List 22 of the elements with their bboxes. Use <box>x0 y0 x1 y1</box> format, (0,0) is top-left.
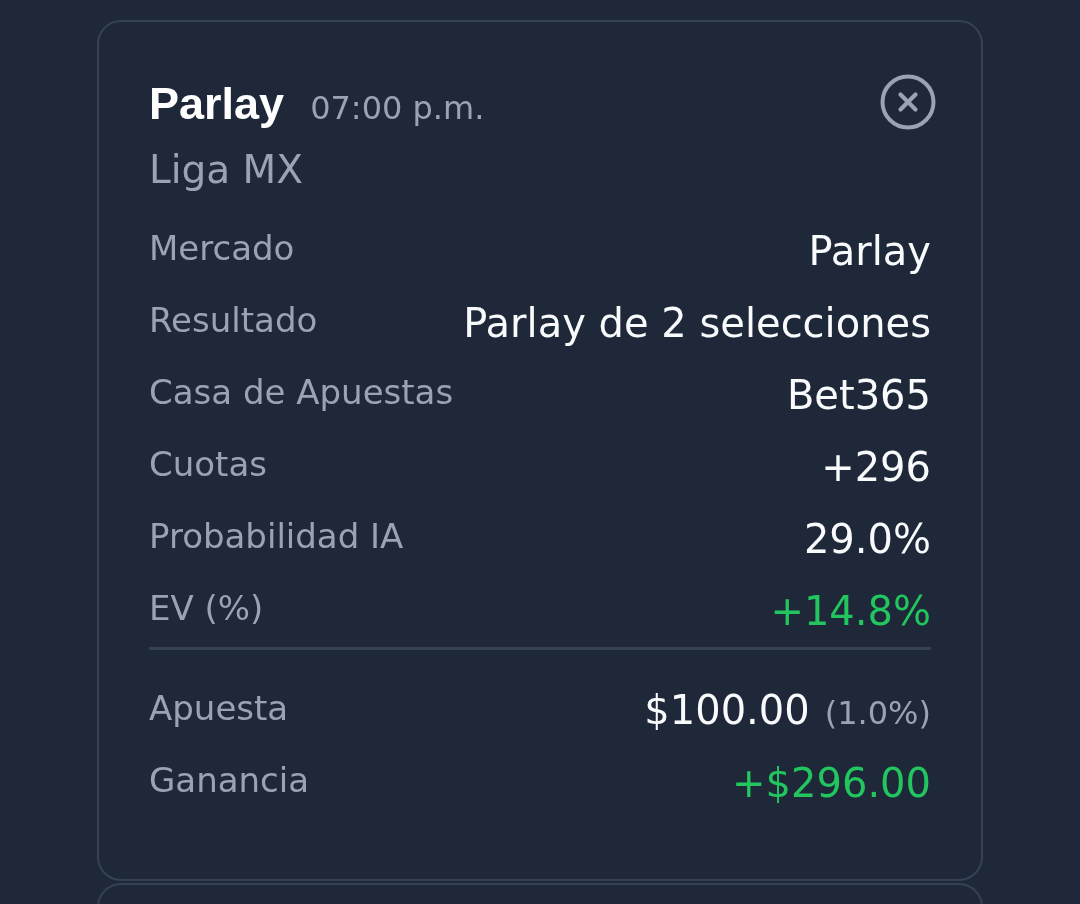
stake-share: (1.0%) <box>824 692 931 734</box>
bet-title: Parlay <box>149 80 285 128</box>
detail-value: +296 <box>821 444 931 490</box>
detail-value: +14.8% <box>770 588 931 634</box>
detail-label: Casa de Apuestas <box>149 372 454 412</box>
detail-value: Bet365 <box>786 372 931 418</box>
league-name: Liga MX <box>149 148 304 192</box>
detail-label: EV (%) <box>149 588 264 628</box>
bet-time: 07:00 p.m. <box>310 88 485 129</box>
detail-label: Resultado <box>149 300 318 340</box>
close-icon <box>880 74 936 130</box>
detail-value: Parlay <box>808 228 931 274</box>
detail-label: Mercado <box>149 228 295 268</box>
close-button[interactable] <box>880 74 936 130</box>
detail-label: Probabilidad IA <box>149 516 404 556</box>
detail-label: Cuotas <box>149 444 267 484</box>
detail-value: 29.0% <box>803 516 931 562</box>
profit-value: +$296.00 <box>732 760 931 806</box>
profit-label: Ganancia <box>149 760 310 800</box>
detail-value: Parlay de 2 selecciones <box>463 300 931 346</box>
stake-amount: $100.00 <box>644 686 810 733</box>
stake-label: Apuesta <box>149 688 289 728</box>
